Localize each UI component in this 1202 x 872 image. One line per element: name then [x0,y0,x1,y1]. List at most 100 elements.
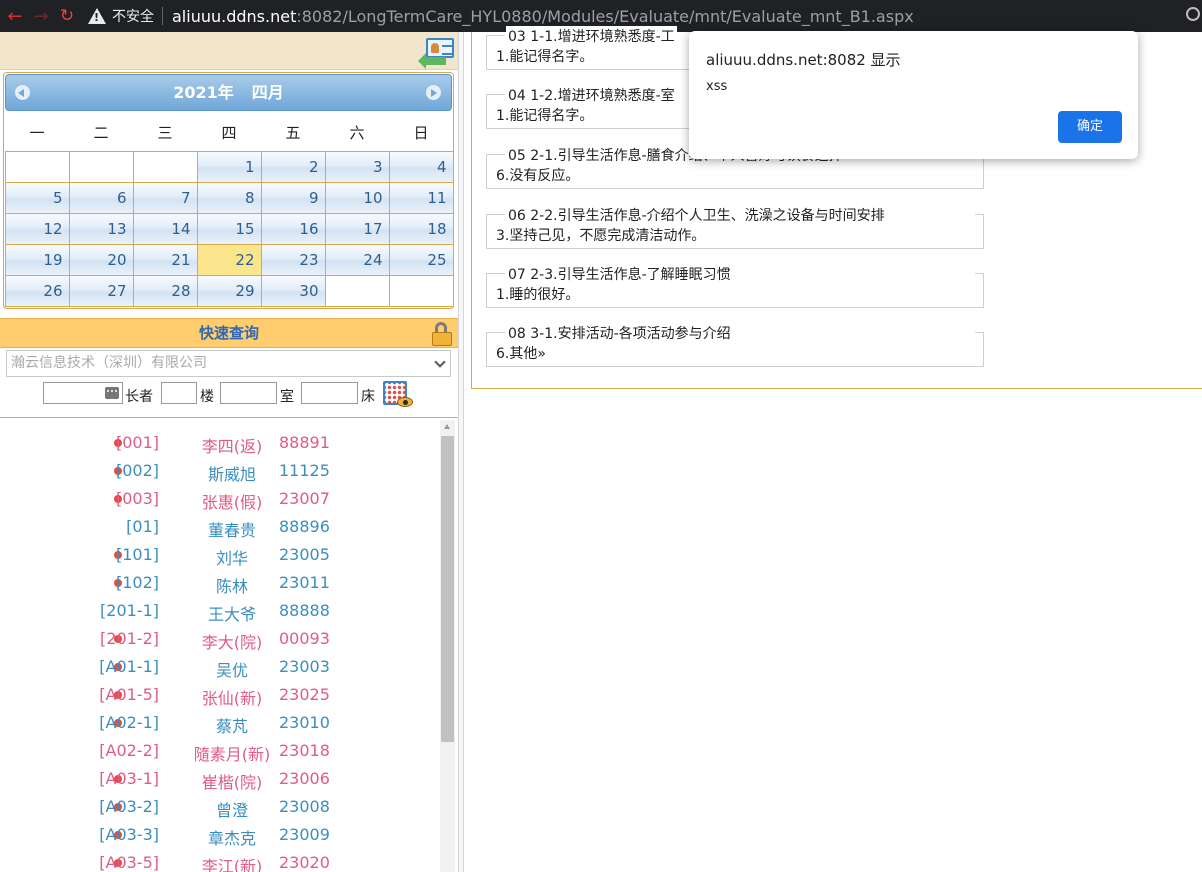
calendar-day[interactable]: 12 [4,212,70,245]
prev-month-icon[interactable] [15,85,30,100]
resident-row[interactable]: [A03-5] 李江(新) 23020 [0,849,440,872]
calendar-day[interactable]: 27 [68,274,134,307]
resident-id: 88896 [279,517,330,536]
resident-id: 23007 [279,489,330,508]
lock-icon[interactable] [431,321,453,347]
calendar-day[interactable]: 10 [324,181,390,214]
resident-room: [A02-2] [99,741,159,760]
resident-id: 23011 [279,573,330,592]
calendar-day[interactable]: 21 [132,243,198,276]
left-panel: 2021年 四月 一二三四五六日 1 2 3 4 5 6 7 8 9 10 11 12 13 14 15 16 1… [0,32,458,872]
divider [0,417,458,418]
evaluation-item[interactable]: 06 2-2.引导生活作息-介绍个人卫生、洗澡之设备与时间安排 3.坚持己见，不愿… [486,205,984,249]
resident-name: 李江(新) [201,857,263,872]
resident-row[interactable]: [A03-1] 崔楷(院) 23006 [0,765,440,793]
calendar-day[interactable]: 13 [68,212,134,245]
resident-row[interactable]: [A02-1] 蔡芃 23010 [0,709,440,737]
calendar-day[interactable]: 24 [324,243,390,276]
calendar-view-icon[interactable] [383,381,413,411]
weekday-label: 三 [157,124,173,142]
resident-row[interactable]: [201-1] 王大爷 88888 [0,597,440,625]
reload-icon[interactable]: ↻ [54,3,80,29]
ok-button[interactable]: 确定 [1058,111,1122,143]
resident-id: 23009 [279,825,330,844]
calendar-day[interactable]: 19 [4,243,70,276]
evaluation-answer: 1.能记得名字。 [496,108,594,124]
resident-room: [A01-5] [99,685,159,704]
calendar-day[interactable]: 16 [260,212,326,245]
keyboard-icon[interactable] [105,387,119,399]
calendar-day[interactable]: 20 [68,243,134,276]
calendar-day[interactable]: 29 [196,274,262,307]
contact-card-icon[interactable] [418,36,456,69]
calendar-header: 2021年 四月 [5,74,452,111]
calendar-day[interactable]: 5 [4,181,70,214]
weekday-label: 六 [349,124,365,142]
evaluation-answer: 1.能记得名字。 [496,49,594,65]
calendar-day[interactable]: 2 [260,150,326,183]
evaluation-item[interactable]: 07 2-3.引导生活作息-了解睡眠习惯 1.睡的很好。 [486,264,984,308]
floor-input[interactable] [161,382,197,404]
evaluation-title: 07 2-3.引导生活作息-了解睡眠习惯 [506,264,733,284]
bed-input[interactable] [301,382,358,404]
calendar-day[interactable]: 3 [324,150,390,183]
forward-arrow-icon[interactable]: → [28,3,54,29]
calendar-day[interactable]: 18 [388,212,454,245]
resident-row[interactable]: [01] 董春贵 88896 [0,513,440,541]
calendar-day[interactable]: 23 [260,243,326,276]
weekday-label: 五 [285,124,301,142]
scroll-up-icon[interactable] [444,424,450,429]
calendar-day[interactable]: 14 [132,212,198,245]
back-arrow-icon[interactable]: ← [2,3,28,29]
resident-room: [101] [115,545,159,564]
resident-row[interactable]: [002] 斯威旭 11125 [0,457,440,485]
calendar-day[interactable]: 15 [196,212,262,245]
search-icon[interactable] [1186,7,1200,21]
calendar-day[interactable]: 17 [324,212,390,245]
evaluation-item[interactable]: 08 3-1.安排活动-各项活动参与介绍 6.其他» [486,323,984,367]
calendar-day[interactable]: 30 [260,274,326,307]
calendar-day[interactable]: 22 [196,243,262,276]
scrollbar-thumb[interactable] [441,436,454,742]
resident-row[interactable]: [A02-2] 隨素月(新) 23018 [0,737,440,765]
resident-id: 23018 [279,741,330,760]
resident-row[interactable]: [101] 刘华 23005 [0,541,440,569]
resident-row[interactable]: [001] 李四(返) 88891 [0,429,440,457]
calendar-day[interactable]: 1 [196,150,262,183]
resident-id: 23020 [279,853,330,872]
calendar-day[interactable]: 7 [132,181,198,214]
resident-row[interactable]: [A03-2] 曾澄 23008 [0,793,440,821]
resident-row[interactable]: [003] 张惠(假) 23007 [0,485,440,513]
calendar-day[interactable]: 4 [388,150,454,183]
resident-room: [A03-2] [99,797,159,816]
resident-room: [A03-5] [99,853,159,872]
resident-row[interactable]: [201-2] 李大(院) 00093 [0,625,440,653]
scrollbar[interactable] [440,420,455,872]
resident-room: [01] [126,517,159,536]
evaluation-title: 03 1-1.增进环境熟悉度-工 [506,26,677,46]
resident-name: 崔楷(院) [201,773,263,792]
resident-name: 隨素月(新) [193,745,271,764]
calendar-day[interactable]: 26 [4,274,70,307]
alert-dialog: aliuuu.ddns.net:8082 显示 xss 确定 [689,31,1138,159]
calendar-day[interactable]: 25 [388,243,454,276]
organization-select[interactable]: 瀚云信息技术（深圳）有限公司 [6,350,451,377]
resident-row[interactable]: [A03-3] 章杰克 23009 [0,821,440,849]
left-panel-header [0,32,458,70]
resident-row[interactable]: [102] 陈林 23011 [0,569,440,597]
address-bar[interactable]: 不安全 aliuuu.ddns.net:8082/LongTermCare_HY… [88,2,914,30]
resident-row[interactable]: [A01-1] 吴优 23003 [0,653,440,681]
panel-splitter[interactable] [458,32,464,872]
calendar-day[interactable]: 8 [196,181,262,214]
calendar-day[interactable]: 11 [388,181,454,214]
evaluation-answer: 6.其他» [496,346,546,362]
organization-select-value: 瀚云信息技术（深圳）有限公司 [11,355,207,371]
calendar-day[interactable]: 9 [260,181,326,214]
resident-row[interactable]: [A01-5] 张仙(新) 23025 [0,681,440,709]
room-input[interactable] [220,382,277,404]
calendar-day[interactable]: 6 [68,181,134,214]
resident-name: 斯威旭 [207,465,257,484]
calendar-day[interactable]: 28 [132,274,198,307]
resident-name: 曾澄 [215,801,249,820]
next-month-icon[interactable] [426,85,441,100]
